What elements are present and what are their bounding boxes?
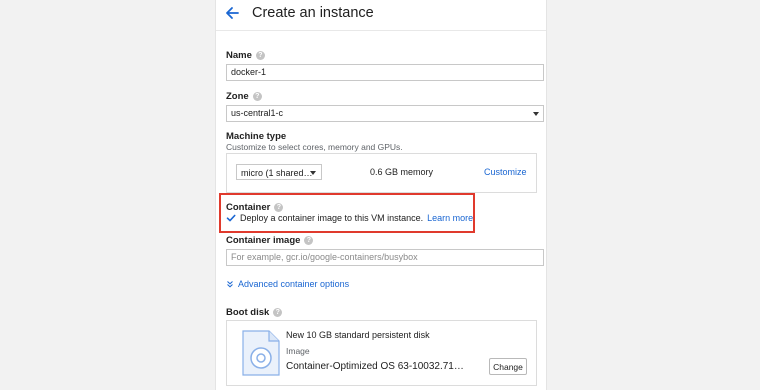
- container-checkbox-row[interactable]: Deploy a container image to this VM inst…: [226, 213, 473, 223]
- boot-disk-label-text: Boot disk: [226, 307, 270, 318]
- customize-link[interactable]: Customize: [484, 167, 527, 177]
- boot-disk-image: Container-Optimized OS 63-10032.71…: [286, 361, 464, 372]
- machine-type-description: Customize to select cores, memory and GP…: [226, 142, 403, 152]
- container-label: Container ?: [226, 202, 284, 213]
- boot-disk-label: Boot disk ?: [226, 307, 283, 318]
- change-button[interactable]: Change: [489, 358, 527, 375]
- container-label-text: Container: [226, 202, 271, 213]
- boot-disk-kind: Image: [286, 346, 310, 356]
- learn-more-link[interactable]: Learn more: [427, 213, 473, 223]
- dropdown-arrow-icon: [533, 112, 539, 116]
- double-chevron-down-icon: [227, 281, 233, 288]
- header: Create an instance: [216, 0, 546, 30]
- name-label: Name ?: [226, 50, 265, 61]
- help-icon[interactable]: ?: [252, 92, 262, 101]
- name-label-text: Name: [226, 50, 252, 61]
- back-button[interactable]: [221, 2, 243, 24]
- arrow-back-icon: [226, 7, 239, 19]
- machine-type-box: micro (1 shared… 0.6 GB memory Customize: [226, 153, 537, 193]
- machine-type-label: Machine type: [226, 131, 286, 142]
- disk-image-icon: [242, 330, 280, 376]
- help-icon[interactable]: ?: [273, 308, 283, 317]
- create-instance-panel: Create an instance Name ? docker-1 Zone …: [215, 0, 547, 390]
- help-icon[interactable]: ?: [304, 236, 314, 245]
- machine-type-select-value: micro (1 shared…: [241, 168, 313, 178]
- help-icon[interactable]: ?: [255, 51, 265, 60]
- container-image-label: Container image ?: [226, 235, 314, 246]
- container-image-input[interactable]: For example, gcr.io/google-containers/bu…: [226, 249, 544, 266]
- advanced-container-options-link[interactable]: Advanced container options: [226, 279, 349, 289]
- dropdown-arrow-icon: [310, 171, 316, 175]
- zone-select[interactable]: us-central1-c: [226, 105, 544, 122]
- boot-disk-box: New 10 GB standard persistent disk Image…: [226, 320, 537, 386]
- name-input[interactable]: docker-1: [226, 64, 544, 81]
- memory-text: 0.6 GB memory: [370, 167, 434, 177]
- checkmark-icon[interactable]: [226, 213, 236, 223]
- machine-type-label-text: Machine type: [226, 131, 287, 142]
- zone-label-text: Zone: [226, 91, 249, 102]
- advanced-container-options-text: Advanced container options: [238, 279, 350, 289]
- container-image-label-text: Container image: [226, 235, 301, 246]
- zone-label: Zone ?: [226, 91, 262, 102]
- header-divider: [216, 30, 546, 31]
- machine-type-select[interactable]: micro (1 shared…: [236, 164, 322, 180]
- container-checkbox-label: Deploy a container image to this VM inst…: [240, 213, 424, 223]
- zone-select-value: us-central1-c: [231, 108, 284, 118]
- boot-disk-title: New 10 GB standard persistent disk: [286, 330, 430, 340]
- page-title: Create an instance: [252, 5, 374, 21]
- help-icon[interactable]: ?: [274, 203, 284, 212]
